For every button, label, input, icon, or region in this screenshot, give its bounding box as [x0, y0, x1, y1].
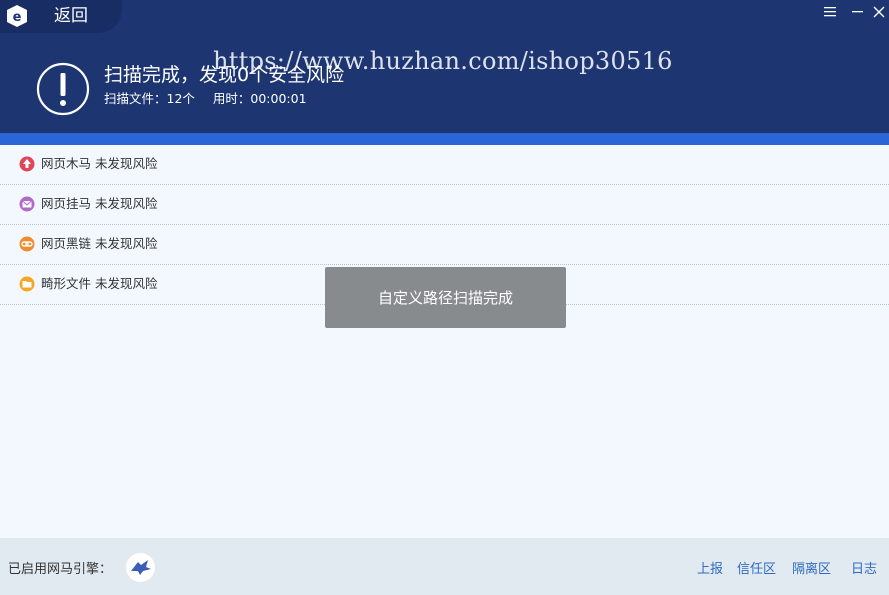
back-label: 返回 — [54, 6, 88, 26]
mail-icon — [19, 196, 35, 212]
folder-icon — [19, 276, 35, 292]
list-item: 网页黑链 未发现风险 — [0, 225, 889, 265]
app-logo-icon: e — [7, 5, 27, 27]
elapsed-time: 用时：00:00:01 — [212, 91, 307, 106]
scan-meta: 扫描文件：12个 用时：00:00:01 — [104, 90, 307, 108]
list-item-label: 畸形文件 未发现风险 — [41, 276, 158, 291]
engine-status-label: 已启用网马引擎： — [8, 562, 113, 577]
header-accent-bar — [0, 133, 889, 145]
trojan-icon — [19, 156, 35, 172]
minimize-icon[interactable] — [848, 2, 868, 22]
footer-bar: 已启用网马引擎： 上报 信任区 隔离区 日志 — [0, 538, 889, 595]
close-icon[interactable] — [869, 2, 889, 22]
scan-complete-toast: 自定义路径扫描完成 — [325, 267, 566, 328]
list-item: 网页木马 未发现风险 — [0, 145, 889, 185]
list-item: 网页挂马 未发现风险 — [0, 185, 889, 225]
watermark: https://www.huzhan.com/ishop30516 — [213, 47, 673, 75]
toast-message: 自定义路径扫描完成 — [377, 289, 513, 307]
back-button[interactable]: e 返回 — [0, 0, 122, 33]
svg-text:e: e — [13, 10, 22, 25]
list-item-label: 网页挂马 未发现风险 — [41, 196, 158, 211]
menu-icon[interactable] — [820, 2, 840, 22]
shark-engine-icon — [131, 560, 151, 575]
quarantine-link[interactable]: 隔离区 — [792, 561, 831, 579]
log-link[interactable]: 日志 — [851, 561, 877, 579]
link-icon — [19, 236, 35, 252]
engine-badge — [126, 553, 155, 582]
list-item-label: 网页木马 未发现风险 — [41, 156, 158, 171]
trust-zone-link[interactable]: 信任区 — [737, 561, 776, 579]
report-link[interactable]: 上报 — [697, 561, 723, 579]
warning-icon — [36, 62, 90, 116]
files-scanned-count: 扫描文件：12个 — [104, 91, 195, 106]
list-item-label: 网页黑链 未发现风险 — [41, 236, 158, 251]
